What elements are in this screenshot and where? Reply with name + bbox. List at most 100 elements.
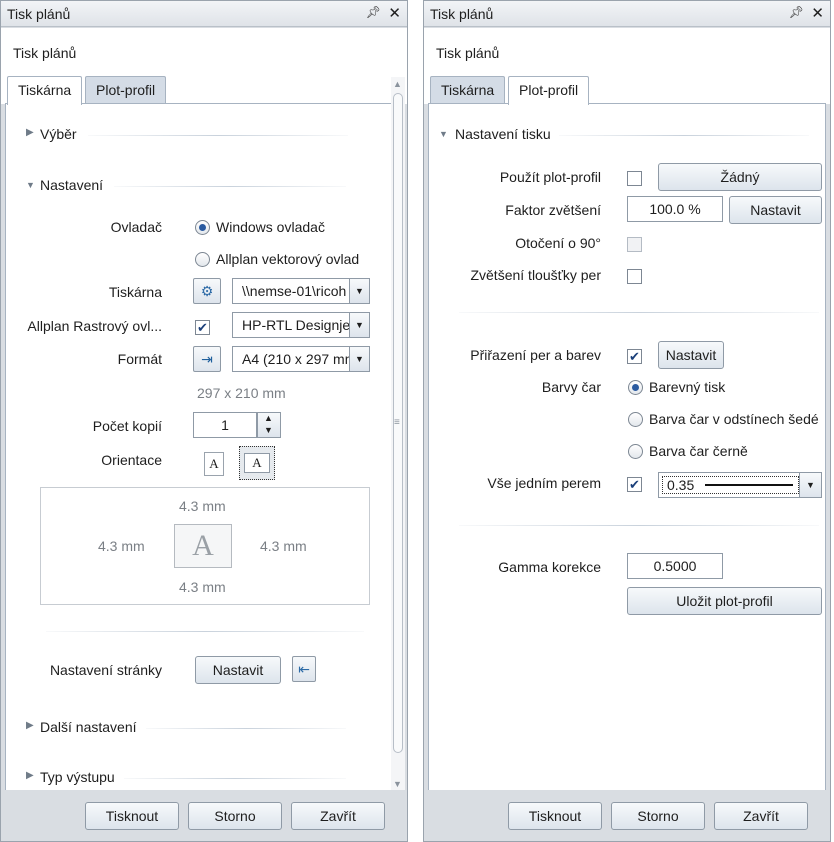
raster-driver-value: HP-RTL Designjet <box>242 317 355 333</box>
landscape-button[interactable]: A <box>239 446 275 480</box>
expand-arrow-icon[interactable]: ▶ <box>26 720 34 731</box>
cancel-button[interactable]: Storno <box>188 802 282 830</box>
window-title: Tisk plánů <box>430 6 494 22</box>
save-profile-button[interactable]: Uložit plot-profil <box>627 587 822 615</box>
divider <box>46 631 364 632</box>
landscape-icon: A <box>244 453 270 473</box>
rastr-checkbox[interactable]: ✔ <box>195 320 210 335</box>
tab-tiskarna[interactable]: Tiskárna <box>430 76 506 104</box>
format-select[interactable]: A4 (210 x 297 mm) ▼ <box>232 346 370 372</box>
tab-content: ▶ Výběr ▼ Nastavení Ovladač Windows ovla… <box>5 103 393 791</box>
collapse-arrow-icon[interactable]: ▼ <box>439 129 448 139</box>
tab-plot-profil[interactable]: Plot-profil <box>508 76 590 105</box>
otoceni-label: Otočení o 90° <box>515 235 601 251</box>
page-setup-icon[interactable]: ⇤ <box>292 656 316 682</box>
raster-driver-select[interactable]: HP-RTL Designjet ▼ <box>232 312 370 338</box>
copies-stepper[interactable]: ▲ ▼ <box>257 412 281 438</box>
chevron-down-icon[interactable]: ▼ <box>799 473 821 497</box>
footer: Tisknout Storno Zavřít <box>424 790 830 841</box>
radio-windows-label[interactable]: Windows ovladač <box>216 219 325 235</box>
pen-line-sample <box>705 484 793 486</box>
gamma-input[interactable]: 0.5000 <box>627 553 723 579</box>
faktor-label: Faktor zvětšení <box>505 202 601 218</box>
scroll-up-icon[interactable]: ▲ <box>393 79 402 89</box>
radio-windows-driver[interactable] <box>195 220 210 235</box>
tab-bar: Tiskárna Plot-profil <box>424 76 830 105</box>
close-icon[interactable]: ✕ <box>811 4 824 22</box>
pen-thickness-checkbox[interactable] <box>627 269 642 284</box>
none-profile-button[interactable]: Žádný <box>658 163 822 191</box>
expand-arrow-icon[interactable]: ▶ <box>26 770 34 781</box>
radio-allplan-label[interactable]: Allplan vektorový ovlad <box>216 251 359 267</box>
divider <box>459 312 819 313</box>
stepper-up-icon[interactable]: ▲ <box>264 413 273 423</box>
pin-icon[interactable]: 📌︎ <box>789 5 804 19</box>
portrait-icon[interactable]: A <box>204 452 224 476</box>
gear-icon[interactable]: ⚙ <box>193 278 221 304</box>
radio-grayscale-label[interactable]: Barva čar v odstínech šedé <box>649 411 819 427</box>
divider <box>459 525 819 526</box>
chevron-down-icon[interactable]: ▼ <box>349 313 369 337</box>
radio-black[interactable] <box>628 444 643 459</box>
tiskarna-label: Tiskárna <box>108 284 162 300</box>
kopie-label: Počet kopií <box>92 418 162 434</box>
tab-plot-profil[interactable]: Plot-profil <box>85 76 167 104</box>
close-button[interactable]: Zavřít <box>291 802 385 830</box>
margin-top: 4.3 mm <box>179 498 226 514</box>
divider <box>124 778 346 779</box>
close-button[interactable]: Zavřít <box>714 802 808 830</box>
expand-arrow-icon[interactable]: ▶ <box>26 127 34 138</box>
rastr-label: Allplan Rastrový ovl... <box>27 318 162 334</box>
pen-color-set-button[interactable]: Nastavit <box>658 341 724 369</box>
scroll-down-icon[interactable]: ▼ <box>393 779 402 789</box>
radio-allplan-driver[interactable] <box>195 252 210 267</box>
radio-grayscale[interactable] <box>628 412 643 427</box>
ovladac-label: Ovladač <box>110 219 162 235</box>
radio-black-label[interactable]: Barva čar černě <box>649 443 748 459</box>
section-title[interactable]: Nastavení tisku <box>455 126 551 142</box>
import-icon[interactable]: ⇥ <box>193 346 221 372</box>
scale-set-button[interactable]: Nastavit <box>729 196 822 224</box>
cancel-button[interactable]: Storno <box>611 802 705 830</box>
format-size: 297 x 210 mm <box>197 385 286 401</box>
pen-select[interactable]: 0.35 ▼ <box>658 472 822 498</box>
radio-color-print[interactable] <box>628 380 643 395</box>
left-panel: Tisk plánů 📌︎ ✕ Tisk plánů Tiskárna Plot… <box>0 0 408 842</box>
section-title[interactable]: Typ výstupu <box>40 769 115 785</box>
collapse-arrow-icon[interactable]: ▼ <box>26 180 35 190</box>
margin-left: 4.3 mm <box>98 538 145 554</box>
title-bar: Tisk plánů 📌︎ ✕ <box>1 1 407 27</box>
section-title[interactable]: Nastavení <box>40 177 103 193</box>
section-title[interactable]: Další nastavení <box>40 719 137 735</box>
divider <box>559 135 809 136</box>
tloustky-label: Zvětšení tloušťky per <box>470 267 601 283</box>
tab-tiskarna[interactable]: Tiskárna <box>7 76 83 105</box>
rotate-checkbox[interactable] <box>627 237 642 252</box>
orientace-label: Orientace <box>101 452 162 468</box>
single-pen-checkbox[interactable]: ✔ <box>627 477 642 492</box>
pen-color-checkbox[interactable]: ✔ <box>627 349 642 364</box>
radio-color-print-label[interactable]: Barevný tisk <box>649 379 725 395</box>
pouzit-label: Použít plot-profil <box>499 169 601 185</box>
printer-select[interactable]: \\nemse-01\ricoh ▼ <box>232 278 370 304</box>
stepper-down-icon[interactable]: ▼ <box>264 425 273 435</box>
panel-header-title: Tisk plánů <box>13 45 77 61</box>
right-panel: Tisk plánů 📌︎ ✕ Tisk plánů Tiskárna Plot… <box>423 0 831 842</box>
section-title[interactable]: Výběr <box>40 126 77 142</box>
divider <box>114 186 346 187</box>
print-button[interactable]: Tisknout <box>85 802 179 830</box>
copies-input[interactable]: 1 <box>193 412 257 438</box>
margin-right: 4.3 mm <box>260 538 307 554</box>
close-icon[interactable]: ✕ <box>388 4 401 22</box>
panel-header: Tisk plánů <box>1 28 407 76</box>
print-button[interactable]: Tisknout <box>508 802 602 830</box>
title-bar: Tisk plánů 📌︎ ✕ <box>424 1 830 27</box>
chevron-down-icon[interactable]: ▼ <box>349 347 369 371</box>
page-setup-button[interactable]: Nastavit <box>195 656 281 684</box>
chevron-down-icon[interactable]: ▼ <box>349 279 369 303</box>
pouzit-checkbox[interactable] <box>627 171 642 186</box>
pin-icon[interactable]: 📌︎ <box>366 5 381 19</box>
scale-factor-input[interactable]: 100.0 % <box>627 196 723 222</box>
tab-bar: Tiskárna Plot-profil <box>1 76 407 105</box>
scrollbar[interactable]: ▲ ≡ ▼ <box>391 77 405 791</box>
